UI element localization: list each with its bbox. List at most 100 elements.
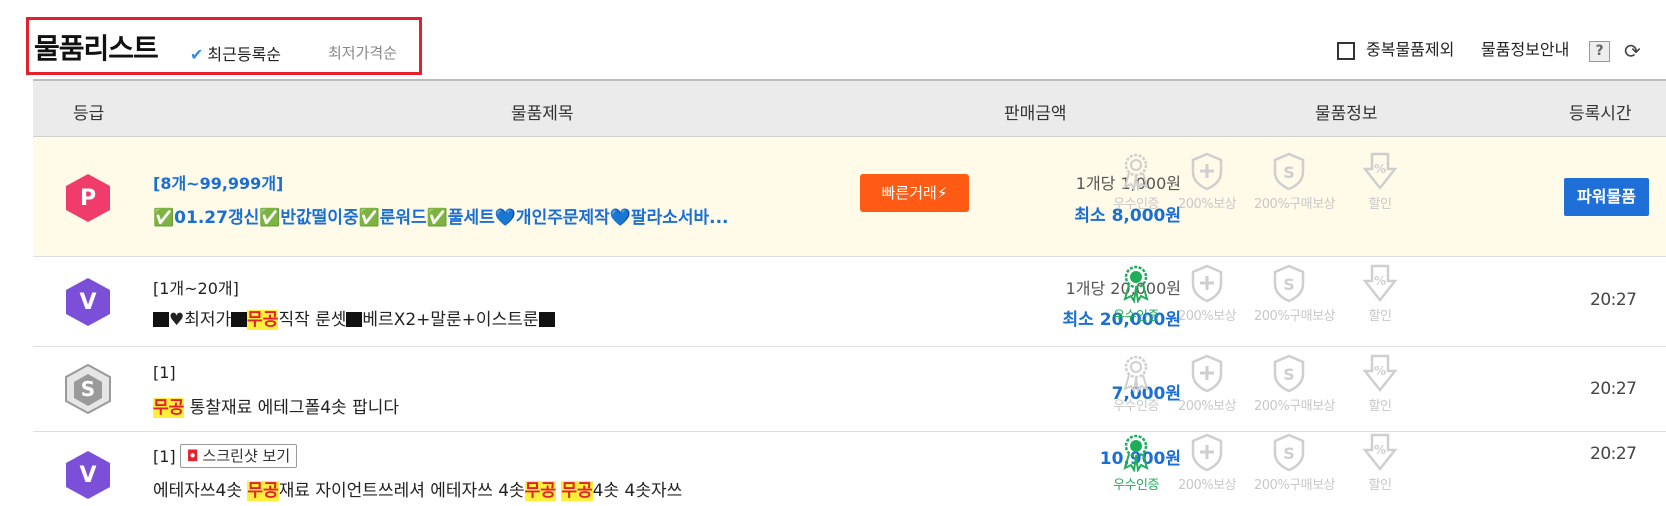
title-part: 통찰재료 에테그폴4솟 팝니다 xyxy=(184,398,399,418)
discount-badge: % 할인 xyxy=(1345,432,1415,493)
item-quantity: [1] xyxy=(153,363,176,382)
table-row[interactable]: V [1개~20개] ♥최저가 무공직작 룬셋 베르X2+말룬+이스트룬 1개당 2… xyxy=(33,257,1666,347)
reward-200-badge: 200%보상 xyxy=(1172,151,1242,212)
reward-200-badge: 200%보상 xyxy=(1172,432,1242,493)
grade-badge-v: V xyxy=(65,277,111,327)
help-icon[interactable]: ? xyxy=(1589,41,1610,62)
redacted-block xyxy=(346,312,363,327)
badge-label: 할인 xyxy=(1368,309,1392,324)
title-part: 베르X2+말룬+이스트룬 xyxy=(362,310,539,330)
ribbon-icon xyxy=(1101,432,1171,472)
badge-label: 200%구매보상 xyxy=(1254,399,1336,414)
badge-label: 우수인증 xyxy=(1113,309,1159,324)
shield-plus-icon xyxy=(1172,432,1242,472)
item-quantity: [8개~99,999개] xyxy=(153,174,284,193)
screenshot-button[interactable]: ◘ 스크린샷 보기 xyxy=(179,444,298,468)
shield-s-icon: S xyxy=(1254,151,1324,191)
badge-label: 200%구매보상 xyxy=(1254,197,1336,212)
discount-arrow-icon: % xyxy=(1345,353,1415,393)
redacted-block xyxy=(231,312,248,327)
discount-badge: % 할인 xyxy=(1345,151,1415,212)
badge-label: 200%보상 xyxy=(1177,478,1237,493)
item-title-link[interactable]: ♥최저가 무공직작 룬셋 베르X2+말룬+이스트룬 xyxy=(153,305,555,330)
svg-text:S: S xyxy=(1283,365,1295,384)
svg-text:S: S xyxy=(1283,275,1295,294)
badge-label: 200%구매보상 xyxy=(1254,309,1336,324)
redacted-block xyxy=(153,312,169,327)
camera-icon: ◘ xyxy=(186,447,199,465)
grade-badge-p: P xyxy=(65,173,111,223)
certified-badge: 우수인증 xyxy=(1101,432,1171,493)
keyword-highlight: 무공 xyxy=(247,310,279,330)
page-title: 물품리스트 xyxy=(34,32,159,65)
item-quantity: [1개~20개] xyxy=(153,279,239,298)
grade-letter: S xyxy=(81,377,95,401)
discount-arrow-icon: % xyxy=(1345,432,1415,472)
column-reg-time: 등록시간 xyxy=(1569,104,1632,124)
badge-label: 우수인증 xyxy=(1113,478,1159,493)
exclude-duplicate-label[interactable]: 중복물품제외 xyxy=(1366,36,1454,60)
shield-s-icon: S xyxy=(1254,263,1324,303)
shield-s-icon: S xyxy=(1254,353,1324,393)
sort-recent-option[interactable]: ✔ 최근등록순 xyxy=(190,41,281,65)
ribbon-icon xyxy=(1101,263,1171,303)
column-price: 판매금액 xyxy=(1004,104,1067,124)
shield-plus-icon xyxy=(1172,263,1242,303)
column-title: 물품제목 xyxy=(511,104,574,124)
badge-label: 할인 xyxy=(1368,478,1392,493)
discount-arrow-icon: % xyxy=(1345,151,1415,191)
title-part: 재료 자이언트쓰레셔 에테자쓰 4솟 xyxy=(278,481,525,501)
certified-badge: 우수인증 xyxy=(1101,263,1171,324)
refresh-icon[interactable]: ⟳ xyxy=(1624,40,1646,62)
purchase-reward-200-badge: S 200%구매보상 xyxy=(1254,432,1336,493)
svg-text:%: % xyxy=(1374,274,1386,288)
grade-badge-s: S xyxy=(65,363,111,415)
grade-letter: V xyxy=(79,463,96,488)
item-title-link[interactable]: 에테자쓰4솟 무공재료 자이언트쓰레셔 에테자쓰 4솟무공 무공4솟 4솟자쓰 xyxy=(153,476,682,501)
purchase-reward-200-badge: S 200%구매보상 xyxy=(1254,263,1336,324)
table-row[interactable]: V [1] ◘ 스크린샷 보기 에테자쓰4솟 무공재료 자이언트쓰레셔 에테자쓰 4… xyxy=(33,432,1666,506)
title-part: ♥최저가 xyxy=(169,310,232,330)
badge-label: 200%보상 xyxy=(1177,197,1237,212)
keyword-highlight: 무공 xyxy=(247,481,279,501)
registration-time: 20:27 xyxy=(1590,444,1637,464)
sort-lowest-price-option[interactable]: 최저가격순 xyxy=(328,42,397,63)
column-grade: 등급 xyxy=(73,104,105,124)
fast-trade-button[interactable]: 빠른거래⚡ xyxy=(860,174,969,212)
item-title-link[interactable]: ✅01.27갱신✅반값떨이중✅룬워드✅풀세트💙개인주문제작💙팔라소서바... xyxy=(153,203,729,228)
title-part: 4솟 4솟자쓰 xyxy=(592,481,683,501)
item-quantity: [1] xyxy=(153,447,176,466)
exclude-duplicate-checkbox[interactable] xyxy=(1337,42,1355,60)
discount-arrow-icon: % xyxy=(1345,263,1415,303)
sort-recent-label: 최근등록순 xyxy=(207,45,282,64)
certified-badge: 우수인증 xyxy=(1101,151,1171,212)
badge-label: 할인 xyxy=(1368,197,1392,212)
svg-text:%: % xyxy=(1374,443,1386,457)
badge-label: 200%구매보상 xyxy=(1254,478,1336,493)
registration-time: 20:27 xyxy=(1590,379,1637,399)
badge-label: 할인 xyxy=(1368,399,1392,414)
item-info-guide-link[interactable]: 물품정보안내 xyxy=(1481,36,1569,60)
title-part: 직작 룬셋 xyxy=(278,310,347,330)
svg-text:%: % xyxy=(1374,364,1386,378)
discount-badge: % 할인 xyxy=(1345,353,1415,414)
table-row[interactable]: P [8개~99,999개] ✅01.27갱신✅반값떨이중✅룬워드✅풀세트💙개인… xyxy=(33,137,1666,257)
badge-label: 200%보상 xyxy=(1177,309,1237,324)
reward-200-badge: 200%보상 xyxy=(1172,263,1242,324)
power-item-button[interactable]: 파워물품 xyxy=(1564,178,1649,216)
keyword-highlight: 무공 xyxy=(153,398,185,418)
shield-plus-icon xyxy=(1172,151,1242,191)
badge-label: 우수인증 xyxy=(1113,399,1159,414)
grade-badge-v: V xyxy=(65,450,111,500)
keyword-highlight: 무공 xyxy=(561,481,593,501)
screenshot-label: 스크린샷 보기 xyxy=(202,447,291,465)
purchase-reward-200-badge: S 200%구매보상 xyxy=(1254,151,1336,212)
svg-text:S: S xyxy=(1283,444,1295,463)
table-header: 등급 물품제목 판매금액 물품정보 등록시간 xyxy=(33,79,1666,137)
ribbon-icon xyxy=(1101,151,1171,191)
check-icon: ✔ xyxy=(190,45,204,64)
registration-time: 20:27 xyxy=(1590,290,1637,310)
table-row[interactable]: S [1] 무공 통찰재료 에테그폴4솟 팝니다 7,000원 우수인증 200%… xyxy=(33,347,1666,432)
item-title-link[interactable]: 무공 통찰재료 에테그폴4솟 팝니다 xyxy=(153,393,399,418)
badge-label: 200%보상 xyxy=(1177,399,1237,414)
